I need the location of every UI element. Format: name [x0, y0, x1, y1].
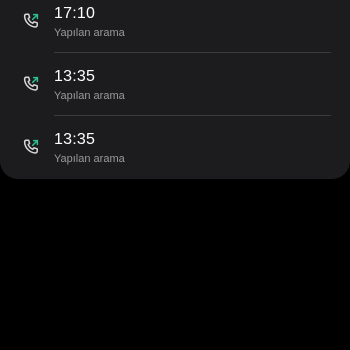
call-time: 13:35	[54, 131, 96, 148]
call-log-card: 17:10 Yapılan arama 13:35 Yapılan arama	[0, 0, 350, 179]
outgoing-call-icon	[21, 137, 41, 157]
call-log-entry[interactable]: 13:35 Yapılan arama	[0, 116, 350, 179]
call-log-entry[interactable]: 13:35 Yapılan arama	[0, 53, 350, 116]
outgoing-call-icon	[21, 74, 41, 94]
outgoing-call-icon	[21, 11, 41, 31]
call-history-screen: 17:10 Yapılan arama 13:35 Yapılan arama	[0, 0, 350, 350]
call-time: 17:10	[54, 5, 96, 22]
call-type-label: Yapılan arama	[54, 153, 125, 165]
call-log-entry[interactable]: 17:10 Yapılan arama	[0, 0, 350, 53]
call-type-label: Yapılan arama	[54, 27, 125, 39]
call-type-label: Yapılan arama	[54, 90, 125, 102]
call-time: 13:35	[54, 68, 96, 85]
